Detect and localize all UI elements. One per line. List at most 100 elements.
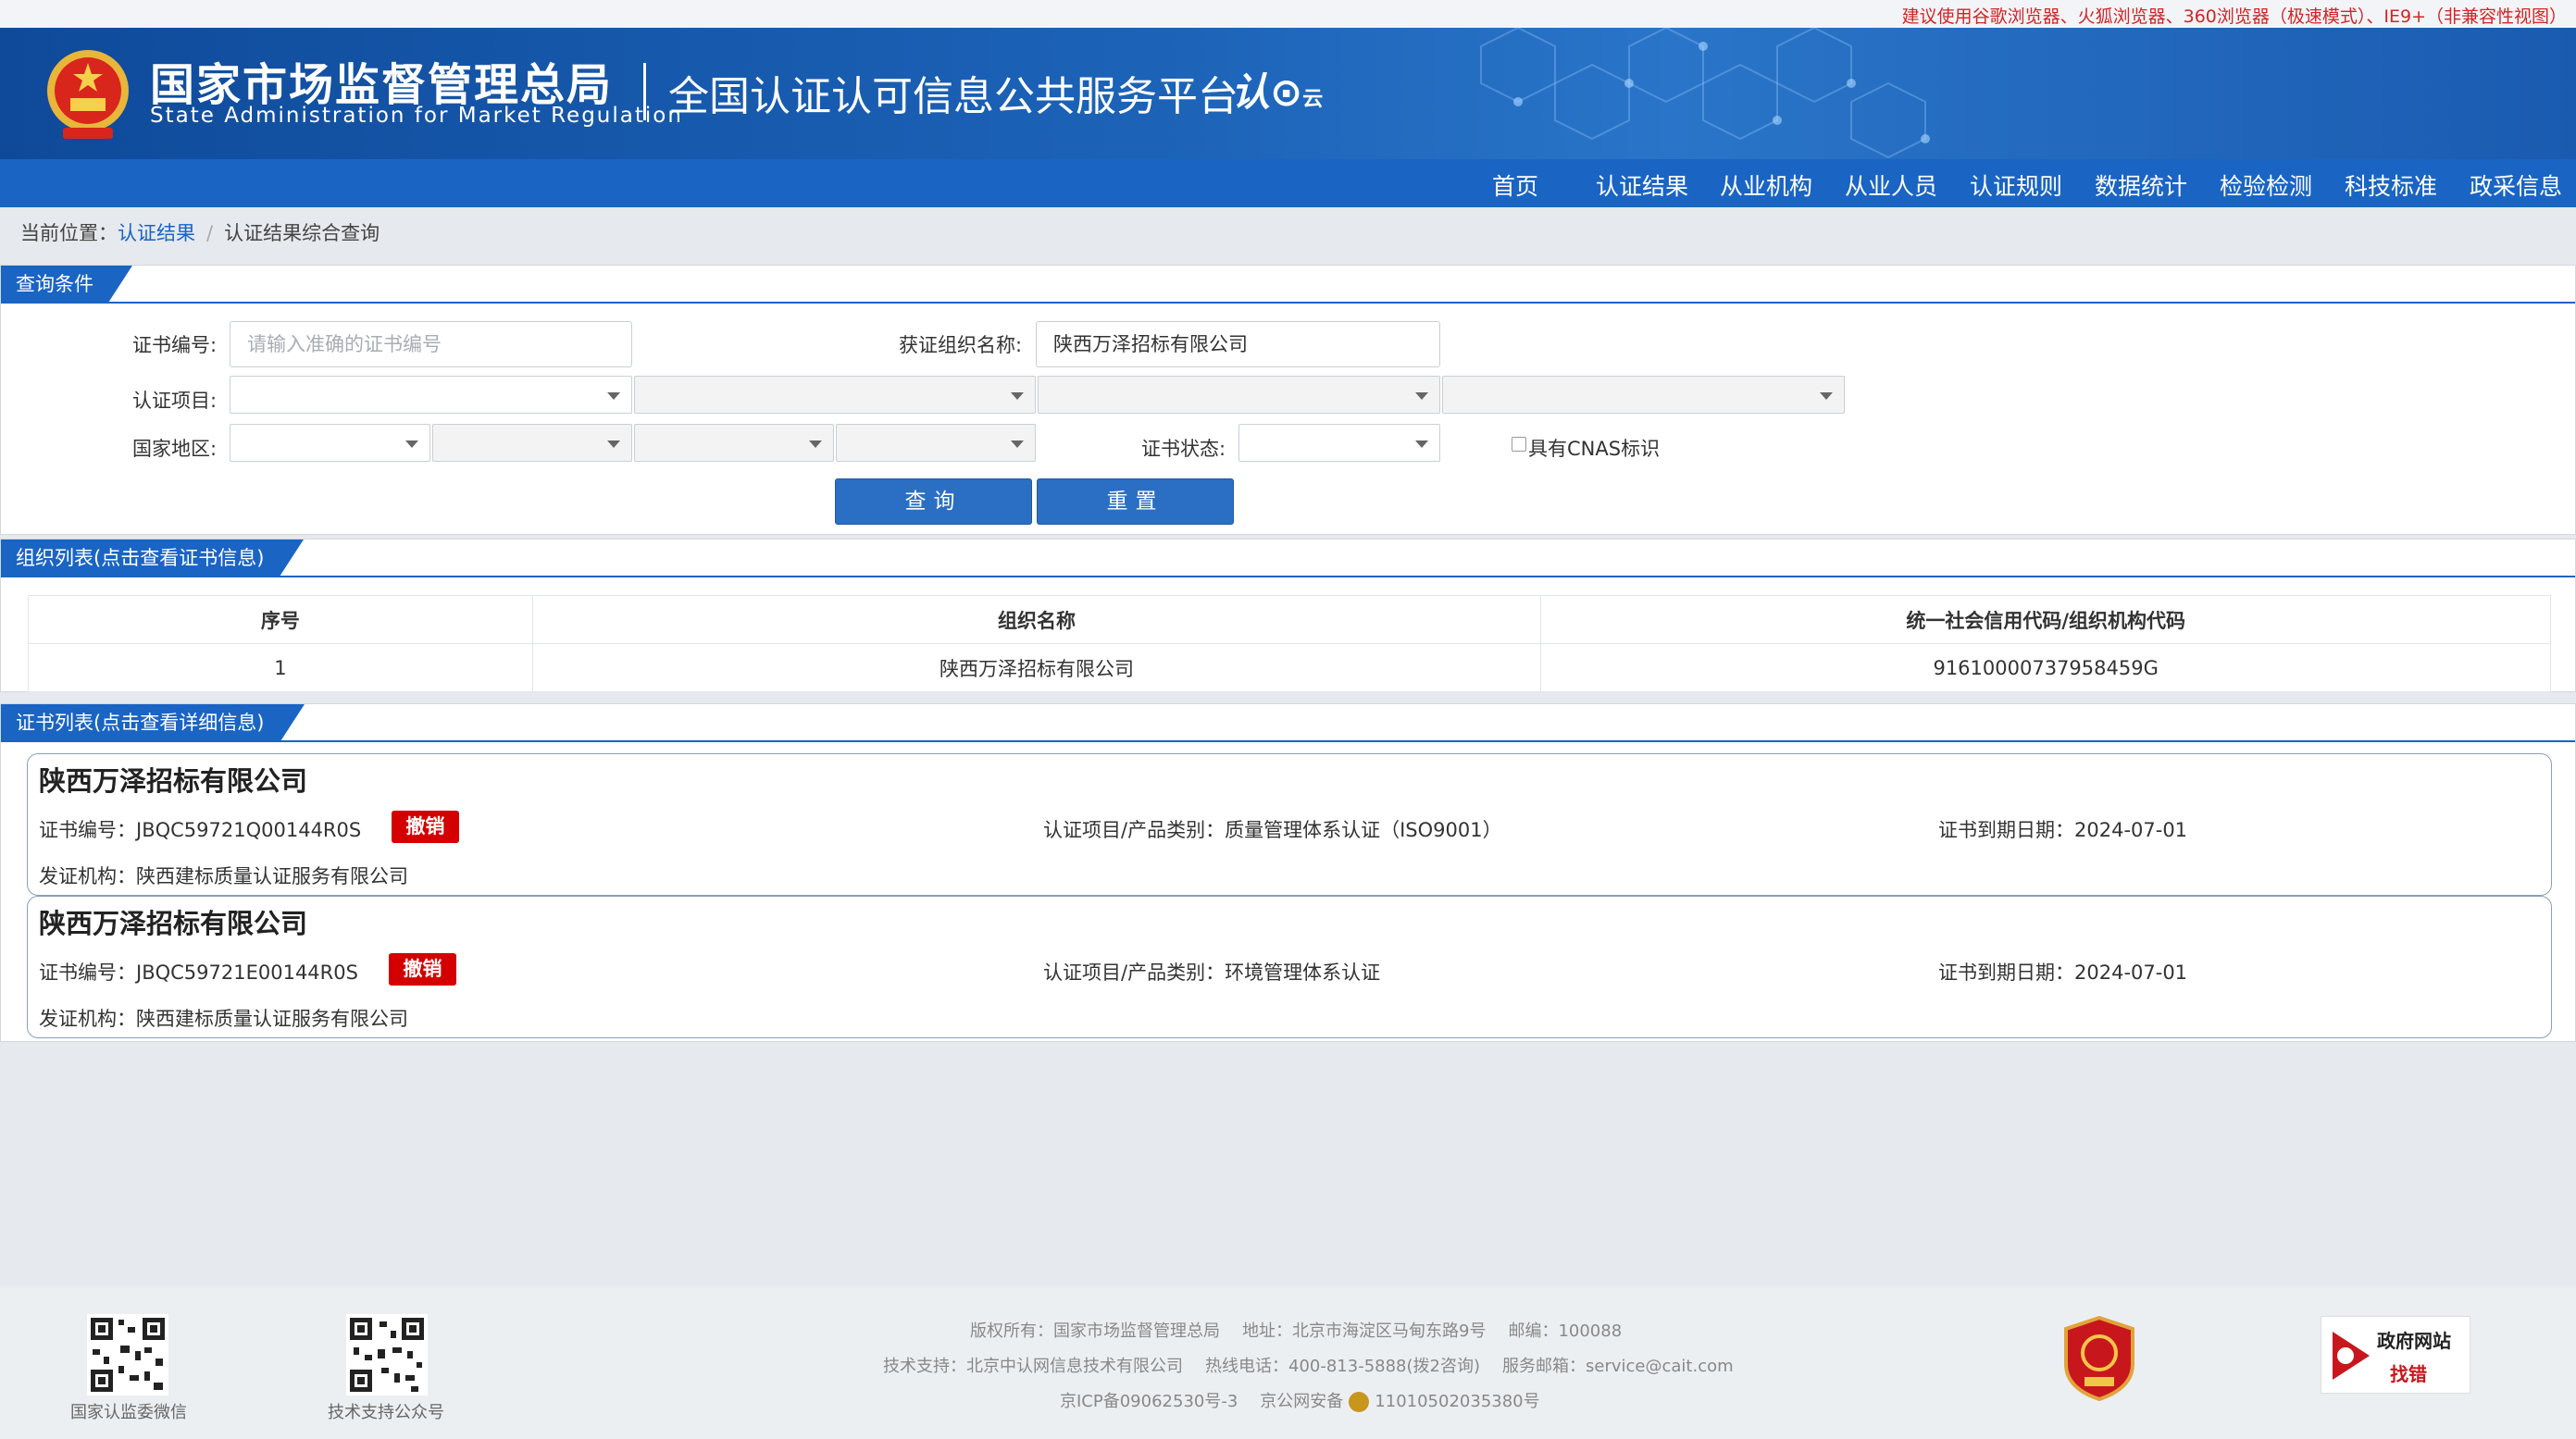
org-name-input[interactable]: 陕西万泽招标有限公司: [1036, 321, 1440, 367]
cert-no-row: 证书编号：JBQC59721E00144R0S: [39, 958, 358, 986]
gov-site-error-report[interactable]: 政府网站 找错: [2321, 1316, 2470, 1394]
cell-org-name[interactable]: 陕西万泽招标有限公司: [531, 643, 1542, 692]
region-select-2[interactable]: [432, 424, 632, 462]
cert-project-select-3[interactable]: [1038, 376, 1440, 414]
cert-no-label: 证书编号:: [132, 334, 218, 356]
qr-code-tech-support-icon: [346, 1314, 428, 1396]
cert-card[interactable]: 陕西万泽招标有限公司 证书编号：JBQC59721E00144R0S 撤销 认证…: [27, 896, 2552, 1038]
chevron-down-icon: [607, 440, 620, 448]
footer-line-1: 版权所有：国家市场监督管理总局 地址：北京市海淀区马甸东路9号 邮编：100088: [970, 1318, 1644, 1342]
region-select-4[interactable]: [836, 424, 1036, 462]
browser-notice: 建议使用谷歌浏览器、火狐浏览器、360浏览器（极速模式）、IE9+（非兼容性视图…: [1901, 6, 2567, 27]
region-label: 国家地区:: [132, 438, 218, 460]
cert-expiry-value: 2024-07-01: [2074, 961, 2188, 984]
cert-company-name: 陕西万泽招标有限公司: [39, 908, 308, 939]
org-table: 序号 组织名称 统一社会信用代码/组织机构代码 1 陕西万泽招标有限公司 916…: [28, 595, 2551, 692]
cert-list-panel-underline: [1, 740, 2575, 742]
region-select-3[interactable]: [634, 424, 834, 462]
query-panel: 查询条件 证书编号: 请输入准确的证书编号 获证组织名称: 陕西万泽招标有限公司…: [0, 265, 2576, 535]
chevron-down-icon: [1415, 392, 1428, 400]
footer-postcode: 邮编：100088: [1508, 1321, 1623, 1341]
cert-issuer-row: 发证机构：陕西建标质量认证服务有限公司: [39, 862, 408, 889]
chevron-down-icon: [1011, 392, 1024, 400]
query-panel-tab: 查询条件: [1, 266, 132, 303]
cnas-checkbox[interactable]: [1512, 437, 1526, 452]
logo-sub: 云: [1302, 88, 1324, 111]
gov-site-title: 政府网站: [2377, 1330, 2451, 1352]
footer-police-no[interactable]: 11010502035380号: [1375, 1392, 1539, 1411]
footer-police: 京公网安备: [1260, 1392, 1344, 1411]
breadcrumb-current: 认证结果综合查询: [224, 222, 380, 244]
cert-project-select-2[interactable]: [634, 376, 1036, 414]
org-name-en: State Administration for Market Regulati…: [150, 104, 683, 128]
chevron-down-icon: [1415, 440, 1428, 448]
footer-tech-support: 技术支持：北京中认网信息技术有限公司: [883, 1357, 1183, 1376]
nav-item-cert-rules[interactable]: 认证规则: [1970, 168, 2062, 202]
cell-credit-code: 91610000737958459G: [1540, 643, 2551, 692]
logo-circle-icon: ⊙: [1270, 69, 1303, 115]
cert-card[interactable]: 陕西万泽招标有限公司 证书编号：JBQC59721Q00144R0S 撤销 认证…: [27, 753, 2552, 896]
footer-email: 服务邮箱：service@cait.com: [1502, 1357, 1734, 1376]
footer-copyright: 版权所有：国家市场监督管理总局: [970, 1321, 1220, 1341]
gov-site-action: 找错: [2390, 1363, 2427, 1385]
cert-project-label: 认证项目:: [132, 390, 218, 412]
nav-item-agencies[interactable]: 从业机构: [1720, 168, 1812, 202]
cert-project-select-4[interactable]: [1442, 376, 1845, 414]
search-button[interactable]: 查询: [835, 478, 1032, 525]
qr-tech-support-label: 技术支持公众号: [328, 1403, 444, 1422]
main-nav: 首页 认证结果 从业机构 从业人员 认证规则 数据统计 检验检测 科技标准 政采…: [0, 159, 2576, 207]
status-badge: 撤销: [389, 953, 456, 986]
party-organ-badge-icon[interactable]: [2062, 1316, 2136, 1401]
cert-issuer-prefix: 发证机构：: [39, 1008, 136, 1030]
cert-issuer-prefix: 发证机构：: [39, 865, 136, 887]
magnifier-icon: [2333, 1332, 2370, 1380]
cert-no-input[interactable]: 请输入准确的证书编号: [230, 321, 632, 367]
cert-expiry-prefix: 证书到期日期：: [1938, 961, 2074, 984]
chevron-down-icon: [1820, 392, 1833, 400]
cert-no-prefix: 证书编号：: [39, 819, 136, 841]
nav-item-tech-standards[interactable]: 科技标准: [2345, 168, 2437, 202]
reset-button[interactable]: 重置: [1037, 478, 1234, 525]
site-header: 国家市场监督管理总局 State Administration for Mark…: [0, 28, 2576, 159]
qr-code-wechat-icon: [87, 1314, 168, 1396]
police-badge-icon: [1349, 1392, 1370, 1412]
chevron-down-icon: [1011, 440, 1024, 448]
header-divider: [643, 63, 646, 120]
breadcrumb-link-cert-results[interactable]: 认证结果: [118, 222, 195, 244]
nav-item-inspection[interactable]: 检验检测: [2220, 168, 2312, 202]
org-list-panel-underline: [1, 576, 2575, 577]
cert-expiry-row: 证书到期日期：2024-07-01: [1938, 815, 2187, 843]
chevron-down-icon: [405, 440, 418, 448]
cert-status-select[interactable]: [1238, 424, 1440, 462]
column-header-org-name: 组织名称: [531, 595, 1542, 644]
cert-issuer-value: 陕西建标质量认证服务有限公司: [136, 1008, 408, 1030]
nav-item-procurement[interactable]: 政采信息: [2470, 168, 2562, 202]
cert-project-row: 认证项目/产品类别：环境管理体系认证: [1043, 958, 1380, 986]
cert-no-prefix: 证书编号：: [39, 961, 136, 984]
query-panel-underline: [1, 302, 2575, 304]
table-header-row: 序号 组织名称 统一社会信用代码/组织机构代码: [28, 595, 2551, 644]
cert-expiry-value: 2024-07-01: [2074, 819, 2188, 841]
footer-hotline: 热线电话：400-813-5888(拨2咨询): [1205, 1357, 1481, 1376]
cert-issuer-value: 陕西建标质量认证服务有限公司: [136, 865, 408, 887]
cert-expiry-prefix: 证书到期日期：: [1938, 819, 2074, 841]
cert-expiry-row: 证书到期日期：2024-07-01: [1938, 958, 2187, 986]
nav-item-statistics[interactable]: 数据统计: [2095, 168, 2187, 202]
cert-project-select-1[interactable]: [230, 376, 632, 414]
nav-item-cert-results[interactable]: 认证结果: [1596, 168, 1688, 202]
nav-item-home[interactable]: 首页: [1492, 168, 1538, 202]
footer-icp[interactable]: 京ICP备09062530号-3: [1060, 1392, 1238, 1411]
cert-project-row: 认证项目/产品类别：质量管理体系认证（ISO9001）: [1043, 815, 1502, 843]
national-emblem-icon: [47, 50, 129, 139]
cert-no-value: JBQC59721Q00144R0S: [136, 819, 362, 841]
table-row[interactable]: 1 陕西万泽招标有限公司 91610000737958459G: [28, 643, 2551, 692]
footer-line-2: 技术支持：北京中认网信息技术有限公司 热线电话：400-813-5888(拨2咨询…: [883, 1353, 1756, 1377]
qr-wechat-label: 国家认监委微信: [70, 1403, 187, 1422]
footer-address: 地址：北京市海淀区马甸东路9号: [1242, 1321, 1487, 1341]
cert-status-label: 证书状态:: [1141, 438, 1226, 460]
region-select-1[interactable]: [230, 424, 430, 462]
cert-no-value: JBQC59721E00144R0S: [136, 961, 358, 984]
cert-project-prefix: 认证项目/产品类别：: [1043, 819, 1226, 841]
nav-item-personnel[interactable]: 从业人员: [1845, 168, 1937, 202]
renzheng-cloud-logo: 认⊙云: [1231, 61, 1323, 118]
